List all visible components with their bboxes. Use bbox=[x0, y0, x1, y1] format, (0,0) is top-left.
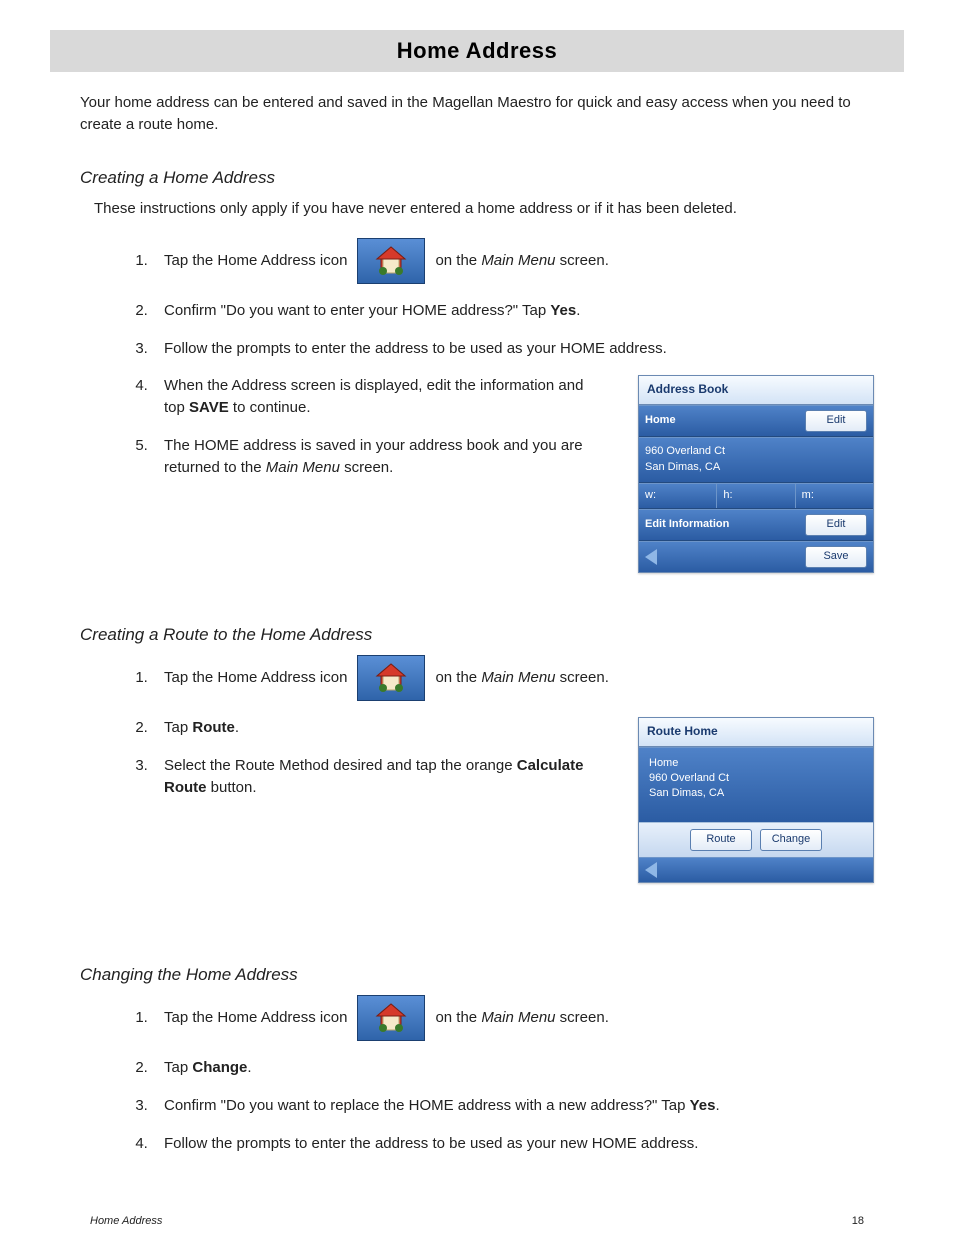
step-text: on the Main Menu screen. bbox=[435, 250, 608, 272]
phone-m-cell[interactable]: m: bbox=[796, 484, 873, 508]
home-address-icon bbox=[357, 655, 425, 701]
step-text: Follow the prompts to enter the address … bbox=[152, 338, 874, 360]
section-heading-changing-home: Changing the Home Address bbox=[80, 963, 874, 988]
back-icon[interactable] bbox=[645, 549, 657, 565]
step-text: The HOME address is saved in your addres… bbox=[152, 435, 594, 479]
page-footer: Home Address 18 bbox=[50, 1215, 904, 1227]
step-text: on the Main Menu screen. bbox=[435, 1007, 608, 1029]
section-heading-route-home: Creating a Route to the Home Address bbox=[80, 623, 874, 648]
section-a-subtext: These instructions only apply if you hav… bbox=[94, 198, 874, 220]
edit-info-label: Edit Information bbox=[645, 517, 729, 533]
route-button[interactable]: Route bbox=[690, 829, 752, 851]
device-header: Address Book bbox=[639, 376, 873, 404]
edit-button[interactable]: Edit bbox=[805, 514, 867, 536]
step-text: Confirm "Do you want to enter your HOME … bbox=[152, 300, 874, 322]
route-address-block: Home 960 Overland Ct San Dimas, CA bbox=[639, 747, 873, 822]
footer-title: Home Address bbox=[90, 1215, 162, 1227]
device-header: Route Home bbox=[639, 718, 873, 746]
edit-button[interactable]: Edit bbox=[805, 410, 867, 432]
section-a-steps: Tap the Home Address icon on the Main Me… bbox=[80, 238, 874, 583]
address-book-screenshot: Address Book Home Edit 960 Overland Ct S… bbox=[638, 375, 874, 572]
page-number: 18 bbox=[852, 1215, 864, 1227]
home-address-icon bbox=[357, 238, 425, 284]
intro-paragraph: Your home address can be entered and sav… bbox=[80, 92, 874, 136]
section-heading-creating-home: Creating a Home Address bbox=[80, 166, 874, 191]
phone-h-cell[interactable]: h: bbox=[717, 484, 795, 508]
save-button[interactable]: Save bbox=[805, 546, 867, 568]
back-icon[interactable] bbox=[645, 862, 657, 878]
step-text: Select the Route Method desired and tap … bbox=[152, 755, 594, 799]
section-c-steps: Tap the Home Address icon on the Main Me… bbox=[80, 995, 874, 1154]
step-text: Confirm "Do you want to replace the HOME… bbox=[152, 1095, 874, 1117]
step-text: Tap the Home Address icon bbox=[164, 250, 347, 272]
home-address-icon bbox=[357, 995, 425, 1041]
section-b-steps: Tap the Home Address icon on the Main Me… bbox=[80, 655, 874, 893]
page-title: Home Address bbox=[50, 38, 904, 64]
page-title-bar: Home Address bbox=[50, 30, 904, 72]
step-text: on the Main Menu screen. bbox=[435, 667, 608, 689]
step-text: Tap the Home Address icon bbox=[164, 1007, 347, 1029]
step-text: Tap the Home Address icon bbox=[164, 667, 347, 689]
step-text: When the Address screen is displayed, ed… bbox=[152, 375, 594, 419]
address-text: 960 Overland Ct San Dimas, CA bbox=[645, 444, 725, 476]
step-text: Follow the prompts to enter the address … bbox=[152, 1133, 874, 1155]
route-home-screenshot: Route Home Home 960 Overland Ct San Dima… bbox=[638, 717, 874, 883]
phone-w-cell[interactable]: w: bbox=[639, 484, 717, 508]
home-label: Home bbox=[645, 413, 676, 429]
step-text: Tap Change. bbox=[152, 1057, 874, 1079]
change-button[interactable]: Change bbox=[760, 829, 822, 851]
